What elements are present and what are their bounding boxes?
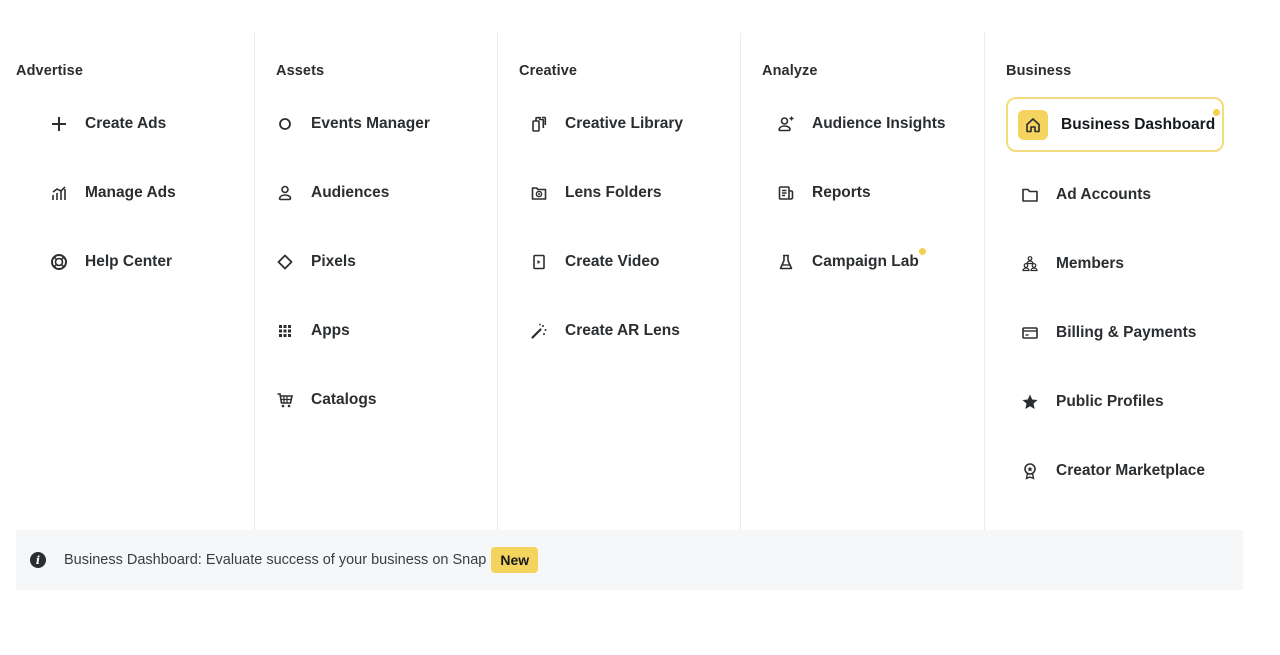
- lens-folder-icon: [528, 182, 550, 204]
- menu-item-label: Events Manager: [311, 115, 430, 132]
- column-title: Business: [1006, 63, 1072, 79]
- cart-icon: [274, 389, 296, 411]
- menu-item-lens-folders[interactable]: Lens Folders: [528, 173, 661, 213]
- menu-item-events-manager[interactable]: Events Manager: [274, 104, 430, 144]
- menu-item-create-ads[interactable]: Create Ads: [48, 104, 166, 144]
- flask-icon: [775, 251, 797, 273]
- menu-item-label: Creator Marketplace: [1056, 462, 1206, 479]
- menu-item-label: Business Dashboard: [1061, 115, 1216, 133]
- plus-icon: [48, 113, 70, 135]
- menu-item-label: Billing & Payments: [1056, 324, 1197, 341]
- column-analyze: Analyze Audience Insights Reports Campai…: [740, 33, 984, 530]
- credit-card-icon: [1019, 322, 1041, 344]
- menu-item-manage-ads[interactable]: Manage Ads: [48, 173, 176, 213]
- menu-item-create-video[interactable]: Create Video: [528, 242, 659, 282]
- column-creative: Creative Creative Library Lens Folders C…: [497, 33, 740, 530]
- announcement-message: Business Dashboard: Evaluate success of …: [64, 552, 487, 568]
- menu-item-label: Creative Library: [565, 115, 684, 132]
- menu-item-label: Create Video: [565, 253, 660, 270]
- new-badge: New: [491, 547, 539, 573]
- menu-item-public-profiles[interactable]: Public Profiles: [1019, 382, 1164, 422]
- column-title: Assets: [276, 63, 325, 79]
- badge-icon: [1019, 460, 1041, 482]
- menu-item-apps[interactable]: Apps: [274, 311, 350, 351]
- menu-item-label: Apps: [311, 322, 350, 339]
- menu-item-creator-marketplace[interactable]: Creator Marketplace: [1019, 451, 1205, 491]
- menu-item-label: Campaign Lab: [812, 253, 919, 270]
- menu-item-audience-insights[interactable]: Audience Insights: [775, 104, 946, 144]
- home-icon: [1018, 109, 1048, 140]
- column-advertise: Advertise Create Ads Manage Ads Help Cen…: [16, 33, 254, 530]
- menu-item-label: Members: [1056, 255, 1125, 272]
- new-indicator-dot: [918, 248, 926, 255]
- grid-icon: [274, 320, 296, 342]
- menu-item-creative-library[interactable]: Creative Library: [528, 104, 683, 144]
- report-icon: [775, 182, 797, 204]
- announcement-banner: i Business Dashboard: Evaluate success o…: [16, 530, 1243, 590]
- stacked-cards-icon: [528, 113, 550, 135]
- menu-item-label: Audiences: [311, 184, 390, 201]
- diamond-icon: [274, 251, 296, 273]
- column-assets: Assets Events Manager Audiences Pixels A…: [254, 33, 497, 530]
- star-icon: [1019, 391, 1041, 413]
- menu-item-label: Reports: [812, 184, 871, 201]
- bar-chart-icon: [48, 182, 70, 204]
- menu-item-label: Create AR Lens: [565, 322, 680, 339]
- menu-item-help-center[interactable]: Help Center: [48, 242, 172, 282]
- menu-item-catalogs[interactable]: Catalogs: [274, 380, 376, 420]
- person-plus-icon: [775, 113, 797, 135]
- menu-item-pixels[interactable]: Pixels: [274, 242, 356, 282]
- video-icon: [528, 251, 550, 273]
- lifebuoy-icon: [48, 251, 70, 273]
- menu-item-create-ar-lens[interactable]: Create AR Lens: [528, 311, 680, 351]
- magic-wand-icon: [528, 320, 550, 342]
- menu-item-members[interactable]: Members: [1019, 244, 1124, 284]
- info-icon: i: [30, 552, 46, 568]
- menu-item-label: Public Profiles: [1056, 393, 1164, 410]
- menu-item-label: Ad Accounts: [1056, 186, 1152, 203]
- column-title: Creative: [519, 63, 578, 79]
- menu-item-label: Help Center: [85, 253, 172, 270]
- menu-item-campaign-lab[interactable]: Campaign Lab: [775, 242, 926, 282]
- folder-icon: [1019, 184, 1041, 206]
- menu-item-label: Create Ads: [85, 115, 167, 132]
- column-business: Business Business Dashboard Ad Accounts …: [984, 33, 1243, 530]
- circle-icon: [274, 113, 296, 135]
- menu-item-billing-payments[interactable]: Billing & Payments: [1019, 313, 1196, 353]
- menu-item-reports[interactable]: Reports: [775, 173, 871, 213]
- person-icon: [274, 182, 296, 204]
- menu-item-label: Manage Ads: [85, 184, 176, 201]
- members-icon: [1019, 253, 1041, 275]
- menu-item-label: Lens Folders: [565, 184, 662, 201]
- new-indicator-dot: [1213, 109, 1220, 116]
- navigation-menu: Advertise Create Ads Manage Ads Help Cen…: [16, 33, 1243, 530]
- column-title: Advertise: [16, 63, 83, 79]
- menu-item-label: Audience Insights: [812, 115, 946, 132]
- column-title: Analyze: [762, 63, 818, 79]
- menu-item-label: Catalogs: [311, 391, 377, 408]
- menu-item-audiences[interactable]: Audiences: [274, 173, 389, 213]
- menu-item-label: Pixels: [311, 253, 356, 270]
- menu-item-business-dashboard[interactable]: Business Dashboard: [1006, 97, 1224, 152]
- menu-item-ad-accounts[interactable]: Ad Accounts: [1019, 175, 1151, 215]
